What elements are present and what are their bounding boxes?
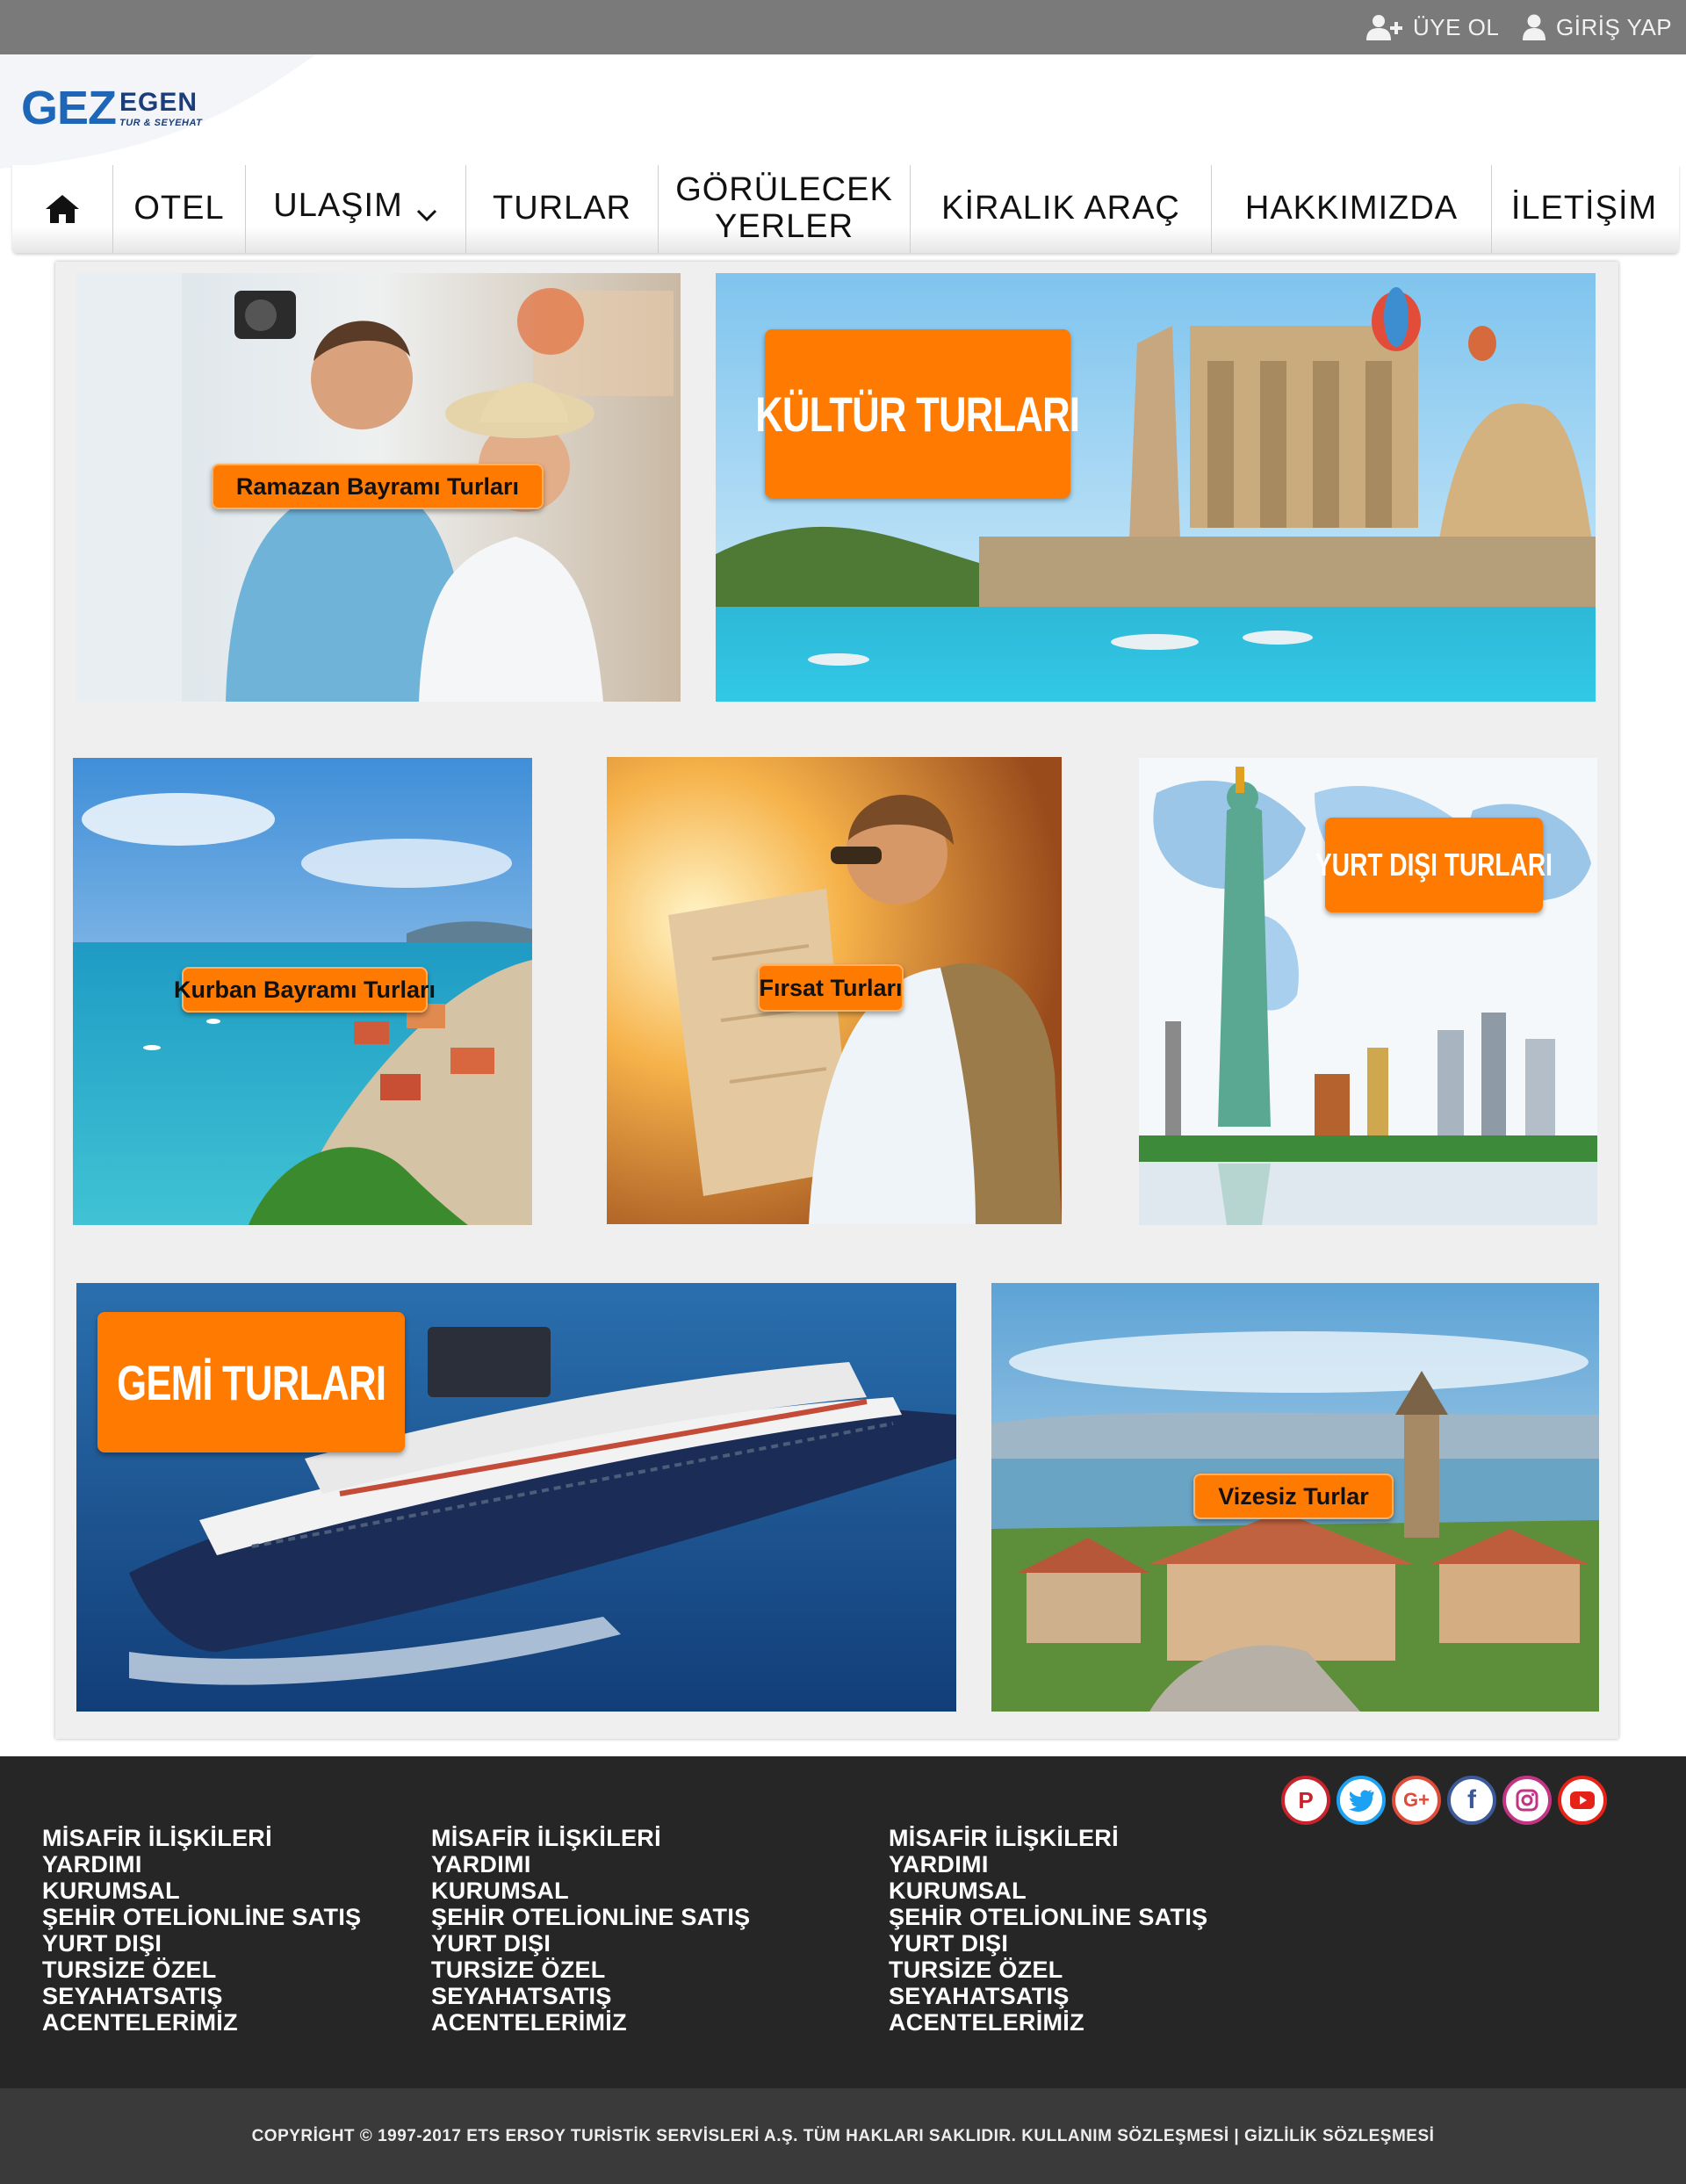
logo[interactable]: GEZ EGEN TUR & SEYEHAT bbox=[0, 54, 316, 169]
nav-hakkimizda-label: HAKKIMIZDA bbox=[1244, 190, 1459, 227]
user-plus-icon bbox=[1366, 15, 1402, 40]
tile-label-badge: KÜLTÜR TURLARI bbox=[755, 329, 1080, 498]
nav-kiralik-arac[interactable]: KİRALIK ARAÇ bbox=[911, 165, 1211, 253]
login-label: GİRİŞ YAP bbox=[1556, 13, 1673, 40]
page: ÜYE OL GİRİŞ YAP GEZ EGEN TUR & SEYEHAT bbox=[0, 0, 1686, 2184]
footer-link[interactable]: ACENTELERİMİZ bbox=[42, 2009, 361, 2036]
login-link[interactable]: GİRİŞ YAP bbox=[1521, 0, 1672, 54]
copyright-bar: COPYRİGHT © 1997-2017 ETS ERSOY TURİSTİK… bbox=[0, 2088, 1686, 2184]
chevron-down-icon bbox=[416, 209, 436, 222]
footer-link[interactable]: TURSİZE ÖZEL bbox=[431, 1957, 750, 1983]
user-icon bbox=[1523, 14, 1546, 40]
footer-column-3: MİSAFİR İLİŞKİLERİ YARDIMI KURUMSAL ŞEHİ… bbox=[889, 1825, 1207, 2036]
logo-tagline: TUR & SEYEHAT bbox=[119, 118, 203, 128]
pinterest-icon[interactable]: P bbox=[1281, 1776, 1330, 1825]
footer-link[interactable]: YARDIMI bbox=[431, 1851, 750, 1878]
tile-yurt-disi-turlari[interactable]: YURT DIŞI TURLARI bbox=[1139, 758, 1597, 1225]
footer-link[interactable]: YURT DIŞI bbox=[42, 1930, 361, 1957]
logo-brand-suffix: EGEN bbox=[119, 88, 198, 117]
tile-label: YURT DIŞI TURLARI bbox=[1315, 847, 1553, 883]
footer-link[interactable]: YARDIMI bbox=[889, 1851, 1207, 1878]
tile-label-badge: Fırsat Turları bbox=[758, 964, 904, 1012]
tile-label-badge: YURT DIŞI TURLARI bbox=[1315, 818, 1553, 912]
footer-column-1: MİSAFİR İLİŞKİLERİ YARDIMI KURUMSAL ŞEHİ… bbox=[42, 1825, 361, 2036]
nav-gorulecek-yerler[interactable]: GÖRÜLECEK YERLER bbox=[659, 165, 910, 253]
nav-iletisim[interactable]: İLETİŞİM bbox=[1492, 165, 1676, 253]
footer-link[interactable]: MİSAFİR İLİŞKİLERİ bbox=[42, 1825, 361, 1851]
tile-label: Fırsat Turları bbox=[759, 974, 903, 1001]
nav-otel-label: OTEL bbox=[133, 190, 225, 227]
footer-column-2: MİSAFİR İLİŞKİLERİ YARDIMI KURUMSAL ŞEHİ… bbox=[431, 1825, 750, 2036]
footer-link[interactable]: ŞEHİR OTELİONLİNE SATIŞ bbox=[42, 1904, 361, 1930]
nav-ulasim[interactable]: ULAŞIM bbox=[246, 165, 465, 253]
social-links: P G+ f bbox=[1281, 1776, 1613, 1828]
footer-link[interactable]: YARDIMI bbox=[42, 1851, 361, 1878]
tile-label-badge: Vizesiz Turlar bbox=[1193, 1474, 1394, 1519]
logo-brand: GEZ bbox=[21, 82, 117, 134]
tile-label: Vizesiz Turlar bbox=[1218, 1482, 1369, 1510]
tile-vizesiz-turlar[interactable]: Vizesiz Turlar bbox=[991, 1283, 1599, 1712]
nav-hakkimizda[interactable]: HAKKIMIZDA bbox=[1212, 165, 1491, 253]
home-icon bbox=[46, 195, 79, 223]
footer-link[interactable]: TURSİZE ÖZEL bbox=[889, 1957, 1207, 1983]
nav-ulasim-label: ULAŞIM bbox=[273, 187, 403, 225]
footer-link[interactable]: ACENTELERİMİZ bbox=[431, 2009, 750, 2036]
copyright-text: COPYRİGHT © 1997-2017 ETS ERSOY TURİSTİK… bbox=[251, 2126, 1435, 2145]
tile-label-badge: Ramazan Bayramı Turları bbox=[212, 464, 544, 509]
instagram-icon[interactable] bbox=[1502, 1776, 1552, 1825]
youtube-icon[interactable] bbox=[1558, 1776, 1607, 1825]
tile-firsat-turlari[interactable]: Fırsat Turları bbox=[607, 757, 1062, 1224]
tile-label: Kurban Bayramı Turları bbox=[173, 976, 436, 1003]
top-bar: ÜYE OL GİRİŞ YAP bbox=[0, 0, 1686, 54]
twitter-icon[interactable] bbox=[1337, 1776, 1386, 1825]
footer-link[interactable]: KURUMSAL bbox=[889, 1878, 1207, 1904]
nav-gorulecek-yerler-label: GÖRÜLECEK YERLER bbox=[675, 171, 893, 245]
footer-link[interactable]: MİSAFİR İLİŞKİLERİ bbox=[431, 1825, 750, 1851]
footer-link[interactable]: ŞEHİR OTELİONLİNE SATIŞ bbox=[889, 1904, 1207, 1930]
nav-kiralik-arac-label: KİRALIK ARAÇ bbox=[941, 190, 1180, 227]
nav-otel[interactable]: OTEL bbox=[113, 165, 245, 253]
footer-link[interactable]: SEYAHATSATIŞ bbox=[889, 1983, 1207, 2009]
nav-turlar[interactable]: TURLAR bbox=[466, 165, 658, 253]
tile-label-badge: GEMİ TURLARI bbox=[97, 1312, 405, 1452]
facebook-icon[interactable]: f bbox=[1447, 1776, 1496, 1825]
tile-kultur-turlari[interactable]: KÜLTÜR TURLARI bbox=[716, 273, 1596, 702]
google-plus-icon[interactable]: G+ bbox=[1392, 1776, 1441, 1825]
tile-gemi-turlari[interactable]: GEMİ TURLARI bbox=[76, 1283, 956, 1712]
nav-home[interactable] bbox=[12, 165, 112, 253]
main-nav: OTEL ULAŞIM TURLAR GÖRÜLECEK YERLER KİRA… bbox=[12, 165, 1679, 253]
footer-link[interactable]: SEYAHATSATIŞ bbox=[42, 1983, 361, 2009]
tile-kurban-bayrami[interactable]: Kurban Bayramı Turları bbox=[73, 758, 532, 1225]
tile-ramazan-bayrami[interactable]: Ramazan Bayramı Turları bbox=[76, 273, 681, 702]
footer-link[interactable]: MİSAFİR İLİŞKİLERİ bbox=[889, 1825, 1207, 1851]
tile-label: Ramazan Bayramı Turları bbox=[235, 472, 520, 500]
footer-link[interactable]: TURSİZE ÖZEL bbox=[42, 1957, 361, 1983]
footer-link[interactable]: ACENTELERİMİZ bbox=[889, 2009, 1207, 2036]
tile-label: KÜLTÜR TURLARI bbox=[755, 386, 1080, 442]
nav-iletisim-label: İLETİŞİM bbox=[1510, 190, 1658, 227]
footer-link[interactable]: SEYAHATSATIŞ bbox=[431, 1983, 750, 2009]
footer-link[interactable]: YURT DIŞI bbox=[431, 1930, 750, 1957]
tours-panel: Ramazan Bayramı Turları KÜLTÜR TURLARI K… bbox=[55, 262, 1618, 1739]
tile-label-badge: Kurban Bayramı Turları bbox=[174, 967, 436, 1013]
footer-link[interactable]: YURT DIŞI bbox=[889, 1930, 1207, 1957]
footer-link[interactable]: KURUMSAL bbox=[42, 1878, 361, 1904]
tile-label: GEMİ TURLARI bbox=[116, 1354, 386, 1410]
register-link[interactable]: ÜYE OL bbox=[1364, 0, 1499, 54]
nav-turlar-label: TURLAR bbox=[492, 190, 632, 227]
footer-link[interactable]: ŞEHİR OTELİONLİNE SATIŞ bbox=[431, 1904, 750, 1930]
footer-link[interactable]: KURUMSAL bbox=[431, 1878, 750, 1904]
register-label: ÜYE OL bbox=[1413, 13, 1500, 40]
